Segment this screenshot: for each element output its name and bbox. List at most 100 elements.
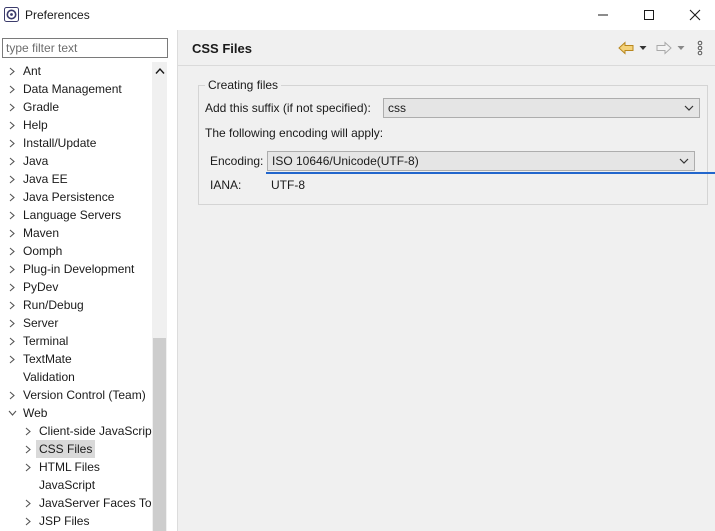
chevron-down-icon bbox=[683, 99, 695, 117]
tree-item-label: Java Persistence bbox=[23, 190, 115, 204]
tree-item[interactable]: Language Servers bbox=[0, 206, 152, 224]
chevron-right-icon[interactable] bbox=[6, 242, 18, 260]
chevron-right-icon[interactable] bbox=[6, 350, 18, 368]
chevron-right-icon[interactable] bbox=[6, 296, 18, 314]
tree-item[interactable]: Client-side JavaScript bbox=[0, 422, 152, 440]
chevron-right-icon[interactable] bbox=[6, 260, 18, 278]
tree-item[interactable]: JavaServer Faces Tools bbox=[0, 494, 152, 512]
chevron-right-icon[interactable] bbox=[6, 314, 18, 332]
chevron-down-icon bbox=[678, 152, 690, 170]
tree-item-label: Plug-in Development bbox=[23, 262, 135, 276]
filter-input[interactable] bbox=[2, 38, 168, 58]
tree-item-label: HTML Files bbox=[39, 460, 100, 474]
chevron-right-icon[interactable] bbox=[6, 188, 18, 206]
tree-item[interactable]: Install/Update bbox=[0, 134, 152, 152]
encoding-note: The following encoding will apply: bbox=[205, 126, 384, 140]
chevron-right-icon[interactable] bbox=[6, 134, 18, 152]
tree-item[interactable]: Help bbox=[0, 116, 152, 134]
chevron-right-icon[interactable] bbox=[6, 116, 18, 134]
chevron-right-icon[interactable] bbox=[6, 80, 18, 98]
tree-item[interactable]: Java Persistence bbox=[0, 188, 152, 206]
tree-item-label: Run/Debug bbox=[23, 298, 84, 312]
tree-item[interactable]: Java EE bbox=[0, 170, 152, 188]
close-button[interactable] bbox=[672, 0, 715, 30]
chevron-right-icon[interactable] bbox=[22, 458, 34, 476]
scroll-thumb[interactable] bbox=[153, 338, 166, 531]
tree-item-label: TextMate bbox=[23, 352, 72, 366]
chevron-right-icon[interactable] bbox=[22, 494, 34, 512]
forward-button[interactable] bbox=[654, 39, 674, 57]
chevron-right-icon[interactable] bbox=[22, 440, 34, 458]
tree-item-label: JSP Files bbox=[39, 514, 90, 528]
tree-item-label: Gradle bbox=[23, 100, 60, 114]
tree-item[interactable]: Data Management bbox=[0, 80, 152, 98]
tree-item[interactable]: Run/Debug bbox=[0, 296, 152, 314]
maximize-button[interactable] bbox=[626, 0, 672, 30]
chevron-right-icon[interactable] bbox=[6, 386, 18, 404]
chevron-right-icon[interactable] bbox=[6, 332, 18, 350]
encoding-label: Encoding: bbox=[210, 154, 264, 168]
tree-scrollbar[interactable] bbox=[152, 62, 167, 531]
chevron-right-icon[interactable] bbox=[6, 62, 18, 80]
tree-item[interactable]: HTML Files bbox=[0, 458, 152, 476]
group-title: Creating files bbox=[205, 78, 282, 92]
tree-item-label: JavaScript bbox=[39, 478, 96, 492]
encoding-combo[interactable]: ISO 10646/Unicode(UTF-8) bbox=[267, 151, 695, 171]
tree-item[interactable]: Plug-in Development bbox=[0, 260, 152, 278]
chevron-right-icon[interactable] bbox=[22, 512, 34, 530]
tree-item-label: Validation bbox=[23, 370, 75, 384]
back-arrow-icon bbox=[618, 41, 634, 55]
suffix-combo[interactable]: css bbox=[383, 98, 700, 118]
tree-item-label: JavaServer Faces Tools bbox=[39, 496, 152, 510]
close-icon bbox=[689, 9, 701, 21]
chevron-right-icon[interactable] bbox=[6, 206, 18, 224]
page-title: CSS Files bbox=[192, 41, 252, 56]
tree-item[interactable]: Oomph bbox=[0, 242, 152, 260]
tree-item[interactable]: Server bbox=[0, 314, 152, 332]
minimize-button[interactable] bbox=[580, 0, 626, 30]
tree-item-label: Web bbox=[23, 406, 48, 420]
tree-item-label: Language Servers bbox=[23, 208, 122, 222]
tree-item[interactable]: Version Control (Team) bbox=[0, 386, 152, 404]
tree-item[interactable]: Ant bbox=[0, 62, 152, 80]
caret-down-icon bbox=[677, 46, 685, 50]
tree-item-label: Version Control (Team) bbox=[23, 388, 146, 402]
view-menu-button[interactable] bbox=[694, 39, 706, 57]
preference-page: CSS Files Creating files Add this suffix… bbox=[178, 30, 715, 531]
tree-item[interactable]: CSS Files bbox=[0, 440, 152, 458]
chevron-right-icon[interactable] bbox=[6, 278, 18, 296]
tree-item-label: Install/Update bbox=[23, 136, 97, 150]
tree-item[interactable]: Web bbox=[0, 404, 152, 422]
tree-item[interactable]: Terminal bbox=[0, 332, 152, 350]
tree-item[interactable]: JSP Files bbox=[0, 512, 152, 530]
chevron-right-icon[interactable] bbox=[6, 98, 18, 116]
tree-item[interactable]: Maven bbox=[0, 224, 152, 242]
iana-value: UTF-8 bbox=[271, 178, 305, 192]
suffix-value: css bbox=[388, 101, 406, 115]
tree-item-label: CSS Files bbox=[36, 440, 96, 458]
chevron-right-icon[interactable] bbox=[22, 422, 34, 440]
tree-item[interactable]: Java bbox=[0, 152, 152, 170]
chevron-right-icon[interactable] bbox=[6, 224, 18, 242]
minimize-icon bbox=[598, 14, 608, 16]
tree-item-label: Java bbox=[23, 154, 49, 168]
encoding-value: ISO 10646/Unicode(UTF-8) bbox=[272, 154, 419, 168]
chevron-down-icon[interactable] bbox=[6, 404, 18, 422]
title-bar: Preferences bbox=[0, 0, 715, 30]
tree-item[interactable]: JavaScript bbox=[0, 476, 152, 494]
tree-item[interactable]: Validation bbox=[0, 368, 152, 386]
tree-item-label: Client-side JavaScript bbox=[39, 424, 152, 438]
tree-item[interactable]: PyDev bbox=[0, 278, 152, 296]
back-history-dropdown[interactable] bbox=[638, 39, 648, 57]
window-title: Preferences bbox=[25, 8, 90, 22]
back-button[interactable] bbox=[616, 39, 636, 57]
chevron-right-icon[interactable] bbox=[6, 152, 18, 170]
tree-item-label: Help bbox=[23, 118, 48, 132]
chevron-right-icon[interactable] bbox=[6, 170, 18, 188]
focus-underline bbox=[266, 172, 715, 174]
tree-item[interactable]: TextMate bbox=[0, 350, 152, 368]
scroll-up-button[interactable] bbox=[152, 64, 167, 78]
tree-item[interactable]: Gradle bbox=[0, 98, 152, 116]
caret-down-icon bbox=[639, 46, 647, 50]
forward-history-dropdown[interactable] bbox=[676, 39, 686, 57]
